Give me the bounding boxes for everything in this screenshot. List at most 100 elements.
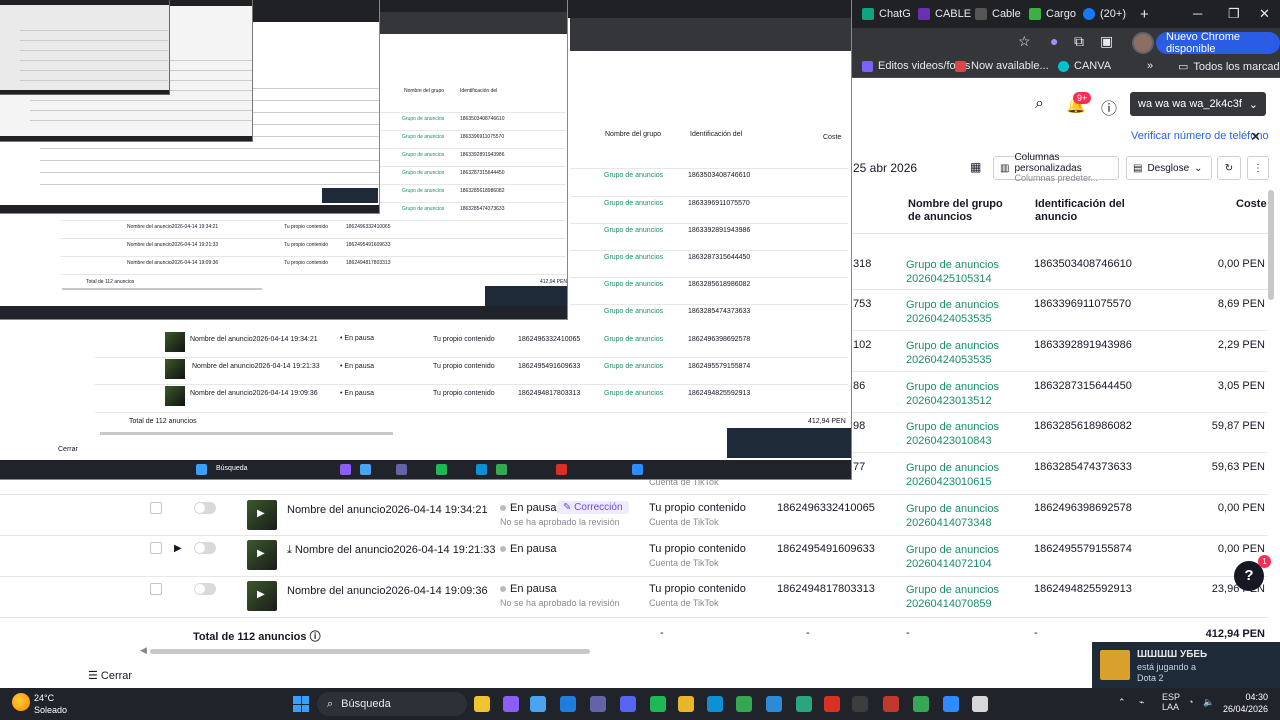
columns-select[interactable]: ▥ Columnas personalizadas Columnas prede… [993,152,1119,183]
zoom-icon[interactable] [943,696,959,712]
column-header-cost[interactable]: Coste [1236,198,1267,211]
close-window-icon[interactable]: ✕ [1259,6,1270,22]
video-thumbnail[interactable] [247,500,277,530]
ad-group-link[interactable]: Grupo de anuncios 20260423013512 [906,380,1026,409]
obs-icon[interactable] [852,696,868,712]
file-explorer-icon[interactable] [474,696,490,712]
correction-badge[interactable]: ✎ Corrección [557,501,629,514]
profile-avatar[interactable] [1132,32,1154,54]
store-icon[interactable] [530,696,546,712]
bookmark-item[interactable]: CANVA [1058,60,1111,72]
column-header-ad-group[interactable]: Nombre del grupo de anuncios [908,198,1018,223]
browser-tab[interactable]: (20+) [1083,5,1126,23]
nested-toolbar [253,8,379,22]
new-tab-button[interactable]: + [1140,5,1149,23]
chrome-update-button[interactable]: Nuevo Chrome disponible [1156,31,1280,55]
app-red-icon[interactable] [824,696,840,712]
language-indicator[interactable]: ESP LAA [1162,692,1180,712]
volume-icon[interactable]: 🔈 [1203,697,1214,708]
refresh-button[interactable]: ↻ [1217,156,1241,180]
edge-dev-icon[interactable] [796,696,812,712]
chrome-icon[interactable] [736,696,752,712]
chrome-2-icon[interactable] [913,696,929,712]
extensions-puzzle-icon[interactable]: ⧉ [1074,33,1084,50]
ad-group-link[interactable]: Grupo de anuncios 20260423010843 [906,420,1026,449]
ad-group-link[interactable]: Grupo de anuncios 20260424053535 [906,339,1026,368]
folder-icon[interactable] [678,696,694,712]
horizontal-scrollbar[interactable] [150,649,590,654]
ad-group-link[interactable]: Grupo de anuncios 20260424053535 [906,298,1026,327]
bookmarks-more-button[interactable]: » [1147,60,1153,72]
expand-arrow-icon[interactable]: ▶ [174,543,182,554]
weather-temp[interactable]: 24°C [34,693,54,703]
clock-date[interactable]: 26/04/2026 [1222,704,1268,714]
minimize-icon[interactable]: ─ [1193,6,1202,21]
browser-tab[interactable]: Cable [975,5,1021,23]
nested-link: Grupo de anuncios [402,152,445,158]
edge-icon[interactable] [707,696,723,712]
breakdown-select[interactable]: ▤ Desglose ⌄ [1126,156,1212,180]
row-checkbox[interactable] [150,583,162,595]
date-range-end[interactable]: 25 abr 2026 [853,161,917,175]
video-thumbnail[interactable] [247,581,277,611]
start-button[interactable] [293,696,309,712]
columns-label: Columnas personalizadas [1014,152,1082,175]
help-circle-icon[interactable]: ⓘ [1101,95,1117,119]
ad-group-link[interactable]: Grupo de anuncios 20260414070859 [906,583,1026,612]
row-checkbox[interactable] [150,502,162,514]
browser-tab[interactable]: Cargo [1029,5,1076,23]
nested-text: Tu propio contenido [433,363,495,370]
video-thumbnail[interactable] [247,540,277,570]
ad-name[interactable]: Nombre del anuncio2026-04-14 19:09:36 [287,585,488,597]
taskbar-search[interactable]: ⌕ Búsqueda [317,692,467,716]
vertical-scrollbar[interactable] [1268,190,1274,300]
ad-group-link[interactable]: Grupo de anuncios 20260414073348 [906,502,1026,531]
nested-text: 1863285618986082 [688,281,751,288]
calculator-icon[interactable] [883,696,899,712]
restore-icon[interactable]: ❐ [1228,6,1240,22]
game-activity-toast[interactable]: ШШШШ УБЕЬ está jugando a Dota 2 [1092,642,1280,688]
ad-name[interactable]: ⤓ Nombre del anuncio2026-04-14 19:21:33 [287,544,496,557]
notepad-icon[interactable] [972,696,988,712]
vscode-icon[interactable] [766,696,782,712]
row-checkbox[interactable] [150,542,162,554]
side-panel-icon[interactable]: ▣ [1100,33,1113,50]
account-select[interactable]: wa wa wa wa_2k4c3f ⌄ [1130,92,1266,116]
ad-name[interactable]: Nombre del anuncio2026-04-14 19:34:21 [287,504,488,516]
status-toggle[interactable] [194,502,216,514]
star-bookmark-icon[interactable]: ☆ [1018,33,1031,50]
status-toggle[interactable] [194,583,216,595]
search-icon[interactable]: ⌕ [1035,95,1044,113]
calendar-icon[interactable]: ▦ [970,160,981,174]
nested-text: Nombre del anuncio2026-04-14 19:34:21 [190,336,318,343]
spotify-icon[interactable] [650,696,666,712]
more-options-button[interactable]: ⋮ [1247,156,1269,180]
wifi-icon[interactable]: ◔ [1188,697,1193,707]
nested-link: Grupo de anuncios [402,206,445,212]
column-header-ad-id[interactable]: Identificación del anuncio [1035,198,1145,223]
close-panel-button[interactable]: ☰ Cerrar [88,669,132,682]
ad-group-link[interactable]: Grupo de anuncios 20260425105314 [906,258,1026,287]
browser-tab[interactable]: CABLE [918,5,971,23]
network-icon[interactable]: ⌁ [1139,697,1144,708]
all-bookmarks-button[interactable]: ▭ Todos los marcadores [1178,60,1280,74]
ad-group-link[interactable]: Grupo de anuncios 20260414072104 [906,543,1026,572]
teams-icon[interactable] [590,696,606,712]
status-toggle[interactable] [194,542,216,554]
bookmark-label: CANVA [1074,60,1112,72]
discord-icon[interactable] [620,696,636,712]
weather-sun-icon[interactable] [12,693,30,711]
verify-phone-link[interactable]: Verificar número de teléfono [1131,130,1269,142]
download-icon: ⤓ [287,544,295,556]
mail-icon[interactable] [560,696,576,712]
scroll-left-icon[interactable]: ◀ [140,645,147,656]
bookmark-item[interactable]: Now available... [955,60,1049,72]
close-icon[interactable]: ✕ [1250,129,1261,145]
ad-group-link[interactable]: Grupo de anuncios 20260423010615 [906,461,1026,490]
extension-icon[interactable]: ● [1050,33,1058,49]
clock-time[interactable]: 04:30 [1230,692,1268,702]
browser-tab[interactable]: ChatG [862,5,911,23]
copilot-icon[interactable] [503,696,519,712]
chevron-up-icon[interactable]: ⌃ [1118,697,1126,708]
weather-desc[interactable]: Soleado [34,705,67,715]
